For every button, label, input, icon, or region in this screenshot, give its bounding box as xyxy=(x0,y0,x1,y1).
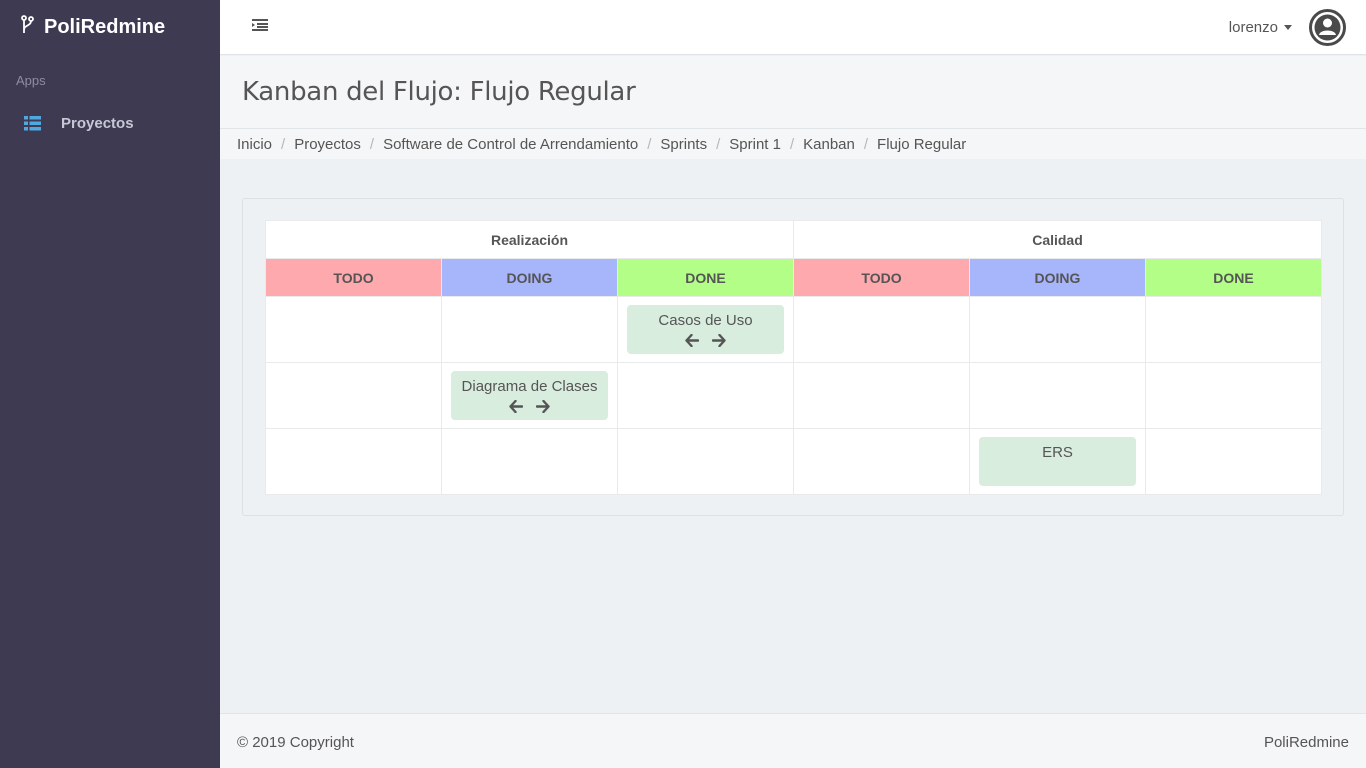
sidebar-item-label: Proyectos xyxy=(61,114,134,132)
list-icon xyxy=(24,115,41,131)
column-header-doing: DOING xyxy=(969,258,1146,297)
kanban-cell xyxy=(265,296,442,363)
kanban-cell xyxy=(1145,362,1322,429)
breadcrumb-separator: / xyxy=(281,135,286,153)
topbar: lorenzo xyxy=(220,0,1366,55)
sidebar: PoliRedmine Apps Proyectos xyxy=(0,0,220,768)
breadcrumb-item-project[interactable]: Software de Control de Arrendamiento xyxy=(383,136,638,153)
footer: © 2019 Copyright PoliRedmine xyxy=(220,713,1366,768)
task-title: Casos de Uso xyxy=(658,312,753,329)
page-title: Kanban del Flujo: Flujo Regular xyxy=(242,77,636,107)
kanban-cell xyxy=(617,428,794,495)
breadcrumb-item-sprint[interactable]: Sprint 1 xyxy=(729,136,781,153)
breadcrumb-separator: / xyxy=(789,135,795,153)
task-title: ERS xyxy=(1042,444,1073,461)
arrow-right-icon[interactable] xyxy=(536,400,550,413)
column-header-done: DONE xyxy=(617,258,794,297)
kanban-cell xyxy=(793,428,970,495)
kanban-cell xyxy=(1145,296,1322,363)
breadcrumb-separator: / xyxy=(716,135,721,153)
kanban-cell xyxy=(265,428,442,495)
breadcrumb-separator: / xyxy=(863,135,869,153)
breadcrumb-item-current: Flujo Regular xyxy=(877,135,967,153)
task-card[interactable]: Casos de Uso xyxy=(627,305,784,354)
column-header-doing: DOING xyxy=(441,258,618,297)
branch-icon xyxy=(20,14,44,41)
arrow-left-icon[interactable] xyxy=(509,400,523,413)
footer-brand: PoliRedmine xyxy=(1263,734,1349,751)
user-name: lorenzo xyxy=(1228,19,1278,36)
kanban-cell xyxy=(793,362,970,429)
brand-name: PoliRedmine xyxy=(44,16,166,38)
task-card[interactable]: ERS xyxy=(979,437,1136,486)
arrow-right-icon[interactable] xyxy=(712,334,726,347)
task-card[interactable]: Diagrama de Clases xyxy=(451,371,608,420)
kanban-row: Diagrama de Clases xyxy=(265,362,1322,429)
kanban-cell xyxy=(441,296,618,363)
task-move-controls xyxy=(627,334,784,347)
caret-down-icon xyxy=(1284,25,1292,30)
kanban-row: Casos de Uso xyxy=(265,296,1322,363)
avatar[interactable] xyxy=(1309,9,1346,46)
kanban-cell xyxy=(1145,428,1322,495)
task-title: Diagrama de Clases xyxy=(461,378,598,395)
kanban-cell xyxy=(441,428,618,495)
column-header-todo: TODO xyxy=(793,258,970,297)
sidebar-item-proyectos[interactable]: Proyectos xyxy=(0,103,220,143)
breadcrumb-separator: / xyxy=(647,135,652,153)
breadcrumb-item-proyectos[interactable]: Proyectos xyxy=(294,136,361,153)
sidebar-section-label: Apps xyxy=(16,73,46,88)
kanban-cell xyxy=(969,362,1146,429)
kanban-cell xyxy=(793,296,970,363)
kanban-cell: Diagrama de Clases xyxy=(441,362,618,429)
footer-copyright: © 2019 Copyright xyxy=(237,734,354,751)
brand[interactable]: PoliRedmine xyxy=(0,0,220,55)
kanban-cell xyxy=(617,362,794,429)
kanban-cell: Casos de Uso xyxy=(617,296,794,363)
kanban-board: Realización Calidad TODO DOING DONE TODO… xyxy=(265,220,1322,495)
column-header-todo: TODO xyxy=(265,258,442,297)
kanban-cell xyxy=(969,296,1146,363)
breadcrumb: Inicio / Proyectos / Software de Control… xyxy=(220,128,1366,159)
group-header-realizacion: Realización xyxy=(265,220,794,259)
kanban-card: Realización Calidad TODO DOING DONE TODO… xyxy=(242,198,1344,516)
menu-toggle-icon[interactable] xyxy=(252,18,268,37)
kanban-cell xyxy=(265,362,442,429)
breadcrumb-item-inicio[interactable]: Inicio xyxy=(237,136,272,153)
kanban-row: ERS xyxy=(265,428,1322,495)
breadcrumb-item-sprints[interactable]: Sprints xyxy=(660,136,707,153)
arrow-left-icon[interactable] xyxy=(685,334,699,347)
breadcrumb-separator: / xyxy=(369,135,375,153)
breadcrumb-item-kanban[interactable]: Kanban xyxy=(803,136,855,153)
user-menu[interactable]: lorenzo xyxy=(1229,19,1292,36)
task-move-controls xyxy=(451,400,608,413)
page-header: Kanban del Flujo: Flujo Regular xyxy=(220,56,1366,129)
column-header-done: DONE xyxy=(1145,258,1322,297)
group-header-calidad: Calidad xyxy=(793,220,1322,259)
kanban-cell: ERS xyxy=(969,428,1146,495)
